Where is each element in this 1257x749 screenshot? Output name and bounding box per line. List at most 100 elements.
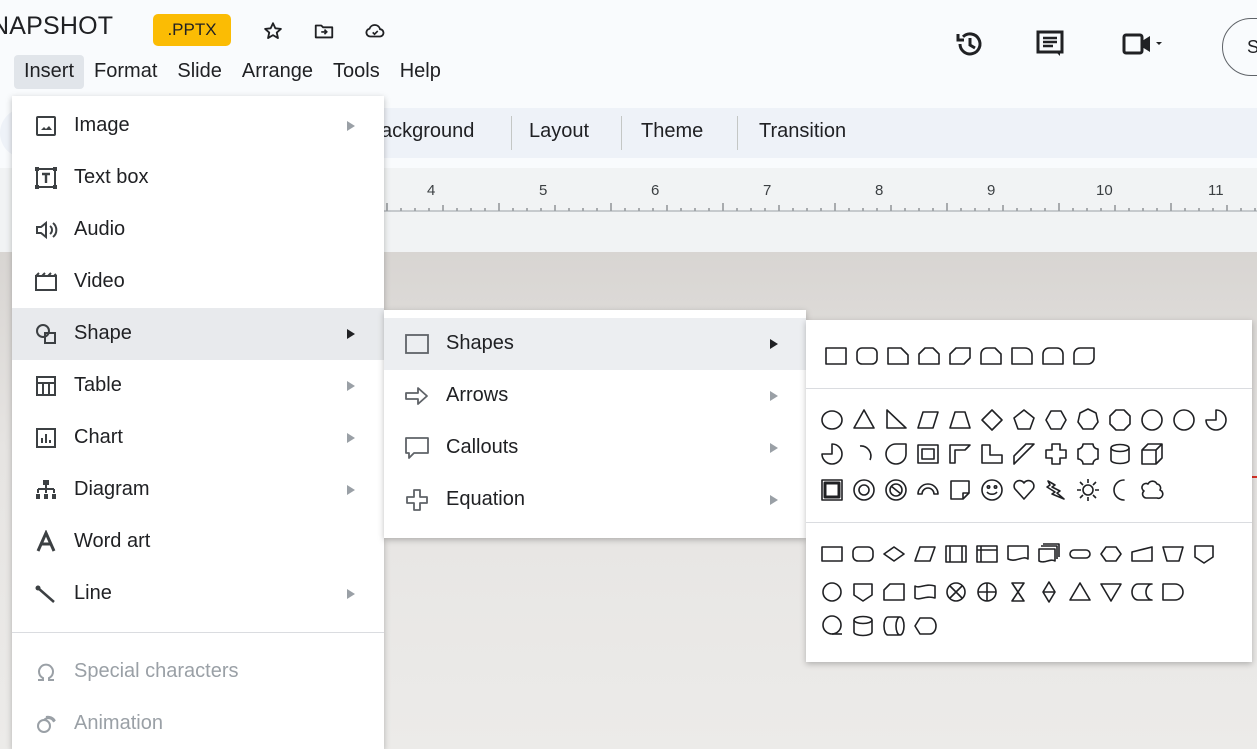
shape-pie-icon[interactable] — [818, 440, 846, 468]
shape-right-triangle-icon[interactable] — [882, 406, 910, 434]
shape-frame-icon[interactable] — [914, 440, 942, 468]
background-button[interactable]: ackground — [381, 120, 474, 143]
shape-fc-extract-icon[interactable] — [1066, 578, 1094, 606]
menu-item-shape[interactable]: Shape — [12, 308, 384, 360]
star-icon[interactable] — [262, 20, 284, 42]
shape-snip-diag-icon[interactable] — [946, 342, 974, 370]
shape-heptagon-icon[interactable] — [1074, 406, 1102, 434]
theme-button[interactable]: Theme — [641, 120, 703, 143]
menu-item-line[interactable]: Line — [12, 568, 384, 620]
shape-fc-offpage-icon[interactable] — [849, 578, 877, 606]
shape-fc-display-icon[interactable] — [911, 612, 939, 640]
shape-no-symbol-icon[interactable] — [882, 476, 910, 504]
shape-trapezoid-icon[interactable] — [946, 406, 974, 434]
shape-fc-card-icon[interactable] — [880, 578, 908, 606]
comments-icon[interactable] — [1032, 26, 1068, 62]
shape-fc-alt-icon[interactable] — [849, 540, 877, 568]
shape-fc-collate-icon[interactable] — [1004, 578, 1032, 606]
shape-fc-sort-icon[interactable] — [1035, 578, 1063, 606]
shape-fc-connector-icon[interactable] — [818, 578, 846, 606]
move-folder-icon[interactable] — [313, 20, 335, 42]
shape-fc-data-icon[interactable] — [911, 540, 939, 568]
shape-fc-preparation-icon[interactable] — [1097, 540, 1125, 568]
shape-fc-predefined-icon[interactable] — [942, 540, 970, 568]
shape-donut-icon[interactable] — [850, 476, 878, 504]
shape-block-arc-icon[interactable] — [914, 476, 942, 504]
shape-fc-merge-icon[interactable] — [1097, 578, 1125, 606]
shape-fc-magnetic-disk-icon[interactable] — [849, 612, 877, 640]
shape-snip2-rect-icon[interactable] — [915, 342, 943, 370]
shape-dodecagon-icon[interactable] — [1170, 406, 1198, 434]
shape-half-frame-icon[interactable] — [946, 440, 974, 468]
shape-fc-document-icon[interactable] — [1004, 540, 1032, 568]
menu-item-word-art[interactable]: Word art — [12, 516, 384, 568]
shape-triangle-icon[interactable] — [850, 406, 878, 434]
document-title[interactable]: NAPSHOT — [0, 12, 150, 41]
shape-decagon-icon[interactable] — [1138, 406, 1166, 434]
shape-octagon-icon[interactable] — [1106, 406, 1134, 434]
menu-tools[interactable]: Tools — [323, 55, 390, 89]
shape-heart-icon[interactable] — [1010, 476, 1038, 504]
shape-parallelogram-icon[interactable] — [914, 406, 942, 434]
shape-fc-process-icon[interactable] — [818, 540, 846, 568]
shape-pentagon-icon[interactable] — [1010, 406, 1038, 434]
menu-item-text-box[interactable]: Text box — [12, 152, 384, 204]
shape-diamond-icon[interactable] — [978, 406, 1006, 434]
menu-insert[interactable]: Insert — [14, 55, 85, 89]
menu-item-table[interactable]: Table — [12, 360, 384, 412]
menu-help[interactable]: Help — [390, 55, 451, 89]
shape-sun-icon[interactable] — [1074, 476, 1102, 504]
menu-slide[interactable]: Slide — [167, 55, 231, 89]
menu-item-video[interactable]: Video — [12, 256, 384, 308]
shape-fc-decision-icon[interactable] — [880, 540, 908, 568]
menu-item-chart[interactable]: Chart — [12, 412, 384, 464]
submenu-item-arrows[interactable]: Arrows — [384, 370, 806, 422]
shape-l-shape-icon[interactable] — [978, 440, 1006, 468]
shape-fc-stored-data-icon[interactable] — [1128, 578, 1156, 606]
shape-folded-corner-icon[interactable] — [946, 476, 974, 504]
submenu-item-shapes[interactable]: Shapes — [384, 318, 806, 370]
share-button[interactable]: S — [1222, 18, 1257, 76]
shape-fc-seq-access-icon[interactable] — [818, 612, 846, 640]
transition-button[interactable]: Transition — [759, 120, 846, 143]
version-history-icon[interactable] — [952, 26, 988, 62]
menu-format[interactable]: Format — [84, 55, 167, 89]
shape-oval-icon[interactable] — [818, 406, 846, 434]
shape-fc-direct-access-icon[interactable] — [880, 612, 908, 640]
meet-camera-icon[interactable] — [1120, 26, 1164, 62]
menu-item-audio[interactable]: Audio — [12, 204, 384, 256]
shape-fc-internal-icon[interactable] — [973, 540, 1001, 568]
shape-fc-terminator-icon[interactable] — [1066, 540, 1094, 568]
shape-moon-icon[interactable] — [1106, 476, 1134, 504]
shape-rect-icon[interactable] — [822, 342, 850, 370]
shape-round-rect-icon[interactable] — [853, 342, 881, 370]
shape-teardrop-icon[interactable] — [882, 440, 910, 468]
shape-pie-icon[interactable] — [1202, 406, 1230, 434]
shape-cloud-icon[interactable] — [1138, 476, 1166, 504]
submenu-item-equation[interactable]: Equation — [384, 474, 806, 526]
shape-fc-delay-icon[interactable] — [1159, 578, 1187, 606]
shape-fc-manual-input-icon[interactable] — [1128, 540, 1156, 568]
shape-diag-stripe-icon[interactable] — [1010, 440, 1038, 468]
shape-round1-icon[interactable] — [1008, 342, 1036, 370]
shape-fc-manual-op-icon[interactable] — [1159, 540, 1187, 568]
menu-arrange[interactable]: Arrange — [232, 55, 323, 89]
shape-hexagon-icon[interactable] — [1042, 406, 1070, 434]
shape-bevel-icon[interactable] — [818, 476, 846, 504]
shape-plaque-icon[interactable] — [1074, 440, 1102, 468]
shape-fc-or-icon[interactable] — [973, 578, 1001, 606]
shape-fc-summing-icon[interactable] — [942, 578, 970, 606]
shape-fc-multidoc-icon[interactable] — [1035, 540, 1063, 568]
shape-round-diag-icon[interactable] — [1070, 342, 1098, 370]
shape-round-snip-icon[interactable] — [977, 342, 1005, 370]
layout-button[interactable]: Layout — [529, 120, 589, 143]
shape-chord-icon[interactable] — [850, 440, 878, 468]
shape-fc-offpage-icon[interactable] — [1190, 540, 1218, 568]
shape-lightning-icon[interactable] — [1042, 476, 1070, 504]
shape-round2-icon[interactable] — [1039, 342, 1067, 370]
shape-fc-tape-icon[interactable] — [911, 578, 939, 606]
shape-cross-icon[interactable] — [1042, 440, 1070, 468]
menu-item-diagram[interactable]: Diagram — [12, 464, 384, 516]
shape-snip-rect-icon[interactable] — [884, 342, 912, 370]
shape-cube-icon[interactable] — [1138, 440, 1166, 468]
